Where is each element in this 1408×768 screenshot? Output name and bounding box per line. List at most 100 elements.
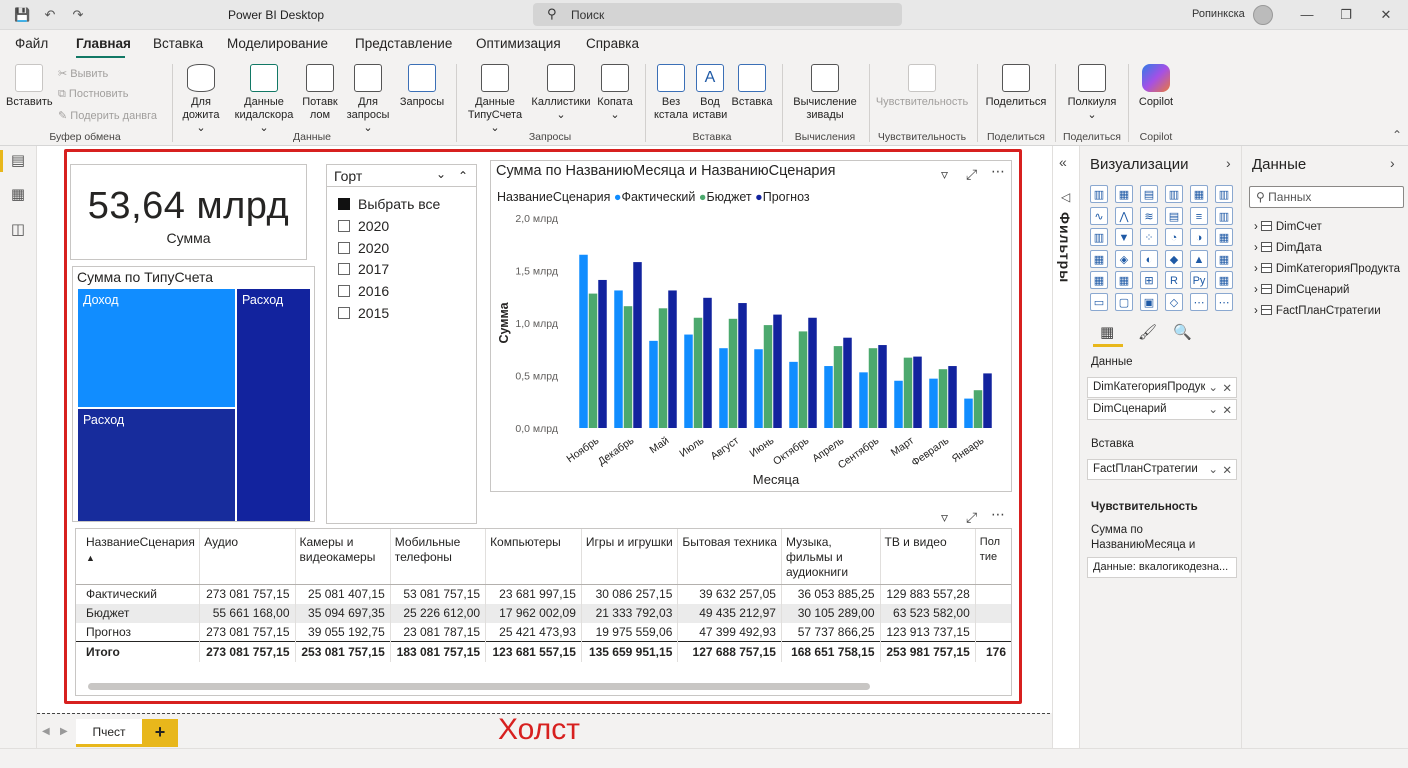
more-visuals-button[interactable]: Вставка	[730, 64, 774, 109]
avatar[interactable]	[1253, 5, 1273, 25]
onelake-button[interactable]: Потавк лом	[298, 64, 342, 122]
excel-button[interactable]: Данные кидалскора ⌄	[234, 64, 294, 135]
minimize-icon[interactable]: —	[1297, 5, 1317, 25]
remove-icon[interactable]: ✕	[1222, 381, 1232, 395]
new-visual-button[interactable]: Вез кстала	[650, 64, 692, 122]
stacked-bar-icon[interactable]: ▥	[1090, 185, 1108, 203]
add-page-button[interactable]: +	[142, 719, 178, 747]
collapse-ribbon-icon[interactable]: ⌃	[1392, 128, 1402, 142]
menu-optimize[interactable]: Оптимизация	[476, 36, 561, 51]
stacked-column-100-icon[interactable]: ▥	[1215, 185, 1233, 203]
funnel-alt-icon[interactable]: ▼	[1115, 228, 1133, 246]
table-visual-icon[interactable]: ▦	[1215, 271, 1233, 289]
menu-file[interactable]: Файл	[15, 36, 48, 51]
map-icon[interactable]: ▦	[1090, 249, 1108, 268]
multi-card-icon[interactable]: ▦	[1115, 271, 1133, 289]
publish-button[interactable]: Поделиться	[982, 64, 1050, 109]
slicer-icon[interactable]: ▢	[1115, 292, 1133, 311]
restore-icon[interactable]: ❐	[1336, 5, 1356, 25]
menu-insert[interactable]: Вставка	[153, 36, 203, 51]
data-table-item[interactable]: › DimСчет	[1254, 221, 1322, 233]
sensitivity-button[interactable]: Чувствительность	[872, 64, 972, 109]
scatter-icon[interactable]: ⁘	[1140, 228, 1158, 246]
key-influencers-icon[interactable]: ▣	[1140, 292, 1158, 311]
card-icon[interactable]: ▦	[1090, 271, 1108, 289]
clustered-bar-icon[interactable]: ▤	[1140, 185, 1158, 203]
python-visual-icon[interactable]: Py	[1190, 271, 1208, 289]
menu-modeling[interactable]: Моделирование	[227, 36, 328, 51]
clustered-column-icon[interactable]: ▥	[1165, 185, 1183, 203]
sql-button[interactable]: Для запросы ⌄	[344, 64, 392, 135]
analytics-icon[interactable]: 🔍	[1173, 323, 1192, 341]
funnel-icon[interactable]: ▥	[1090, 228, 1108, 246]
line-chart-icon[interactable]: ∿	[1090, 206, 1108, 225]
kpi-icon[interactable]: ⊞	[1140, 271, 1158, 289]
ribbon-chart-icon[interactable]: ≡	[1190, 206, 1208, 225]
gauge-icon[interactable]: ▦	[1215, 249, 1233, 268]
remove-icon[interactable]: ✕	[1222, 463, 1232, 477]
refresh-button[interactable]: Копата ⌄	[592, 64, 638, 122]
page-tab[interactable]: Пчест	[76, 719, 142, 747]
chevron-down-icon[interactable]: ⌄	[1208, 402, 1218, 416]
more-visuals-icon[interactable]: ⋯	[1215, 292, 1233, 311]
cut-button[interactable]: ✂ Вывить	[58, 67, 108, 80]
stacked-area-icon[interactable]: ≋	[1140, 206, 1158, 225]
copy-button[interactable]: ⧉ Постновить	[58, 88, 128, 101]
chevron-down-icon[interactable]: ⌄	[1208, 462, 1218, 476]
pie-chart-icon[interactable]: ◔	[1165, 228, 1183, 246]
chevron-right-icon[interactable]: ›	[1390, 155, 1395, 171]
report-view-icon[interactable]: ▤	[9, 152, 27, 170]
donut-icon[interactable]: ◑	[1190, 228, 1208, 246]
qa-visual-icon[interactable]: ◇	[1165, 292, 1183, 311]
data-table-item[interactable]: › DimКатегорияПродукта	[1254, 263, 1400, 275]
data-search-input[interactable]: ⚲ Панных	[1249, 186, 1404, 208]
matrix-visual-icon[interactable]: ▭	[1090, 292, 1108, 311]
table-view-icon[interactable]: ▦	[9, 186, 27, 204]
format-visual-icon[interactable]: 🖌	[1138, 323, 1157, 341]
stacked-bar-100-icon[interactable]: ▦	[1190, 185, 1208, 203]
build-visual-icon[interactable]: ▦	[1100, 323, 1114, 341]
menu-help[interactable]: Справка	[586, 36, 639, 51]
field-well-item[interactable]: FactПланСтратегии ⌄ ✕	[1087, 459, 1237, 480]
menu-home[interactable]: Главная	[76, 36, 131, 51]
close-icon[interactable]: ✕	[1376, 5, 1396, 25]
data-table-item[interactable]: › DimСценарий	[1254, 284, 1349, 296]
save-icon[interactable]: 💾	[14, 7, 30, 23]
redo-icon[interactable]: ↷	[70, 7, 86, 23]
filled-map-icon[interactable]: ◈	[1115, 249, 1133, 268]
global-search-input[interactable]: ⚲ Поиск	[533, 3, 902, 26]
data-table-item[interactable]: › DimДата	[1254, 242, 1322, 254]
undo-icon[interactable]: ↶	[42, 7, 58, 23]
prev-page-icon[interactable]: ◀	[42, 726, 50, 737]
copilot-button[interactable]: Copilot	[1132, 64, 1180, 109]
get-data-button[interactable]: Для дожита ⌄	[178, 64, 224, 135]
stacked-column-icon[interactable]: ▦	[1115, 185, 1133, 203]
chevron-right-icon[interactable]: ›	[1226, 155, 1231, 171]
field-well-item[interactable]: DimКатегорияПродукта ⌄ ✕	[1087, 377, 1237, 398]
transform-data-button[interactable]: Данные ТипуСчета ⌄	[462, 64, 528, 135]
data-table-item[interactable]: › FactПланСтратегии	[1254, 305, 1381, 317]
shape-map-icon[interactable]: ◆	[1165, 249, 1183, 268]
waterfall-icon[interactable]: ▥	[1215, 206, 1233, 225]
paste-button[interactable]: Вставить	[6, 64, 53, 109]
text-box-button[interactable]: A Вод истави	[690, 64, 730, 122]
new-measure-button[interactable]: Вычисление зивады	[788, 64, 862, 122]
narrative-icon[interactable]: ⋯	[1190, 292, 1208, 311]
r-visual-icon[interactable]: R	[1165, 271, 1183, 289]
expand-filters-icon[interactable]: «	[1059, 154, 1067, 170]
comments-button[interactable]: Полкиуля ⌄	[1060, 64, 1124, 122]
line-column-icon[interactable]: ▤	[1165, 206, 1183, 225]
decomposition-icon[interactable]: ▲	[1190, 249, 1208, 268]
area-chart-icon[interactable]: ⋀	[1115, 206, 1133, 225]
treemap-icon[interactable]: ▦	[1215, 228, 1233, 246]
azure-map-icon[interactable]: ◐	[1140, 249, 1158, 268]
recent-sources-button[interactable]: Запросы	[396, 64, 448, 109]
format-painter-button[interactable]: ✎ Подерить данвга	[58, 109, 157, 122]
chevron-down-icon[interactable]: ⌄	[1208, 380, 1218, 394]
model-view-icon[interactable]: ◫	[9, 221, 27, 239]
columns-button[interactable]: Каллистики ⌄	[530, 64, 592, 122]
remove-icon[interactable]: ✕	[1222, 403, 1232, 417]
tooltip-field-box[interactable]: Данные: вкалогикодезна...	[1087, 557, 1237, 578]
field-well-item[interactable]: DimСценарий ⌄ ✕	[1087, 399, 1237, 420]
menu-view[interactable]: Представление	[355, 36, 452, 51]
